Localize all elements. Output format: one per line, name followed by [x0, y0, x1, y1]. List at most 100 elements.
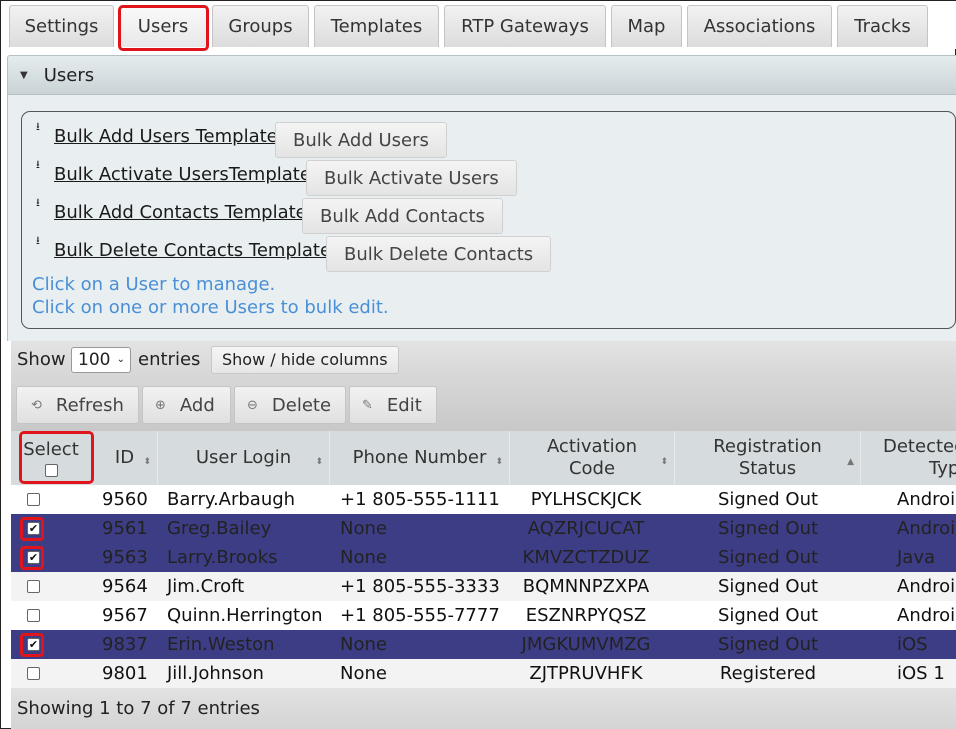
column-header-registration-status[interactable]: Registration Status ▲ — [675, 431, 861, 485]
cell-user-login: Barry.Arbaugh — [167, 489, 296, 510]
tab-rtp-gateways[interactable]: RTP Gateways — [444, 5, 606, 47]
bulk-activate-users-template-link[interactable]: Bulk Activate UsersTemplate — [54, 164, 311, 185]
registration-header-line1: Registration — [713, 436, 822, 457]
add-button[interactable]: ⊕ Add — [142, 386, 231, 424]
cell-id: 9564 — [102, 576, 148, 597]
bulk-actions-panel: ⭳ Bulk Add Users Template Bulk Add Users… — [21, 111, 956, 329]
column-header-user-login[interactable]: User Login ⬍ — [158, 431, 330, 485]
row-select-checkbox[interactable] — [27, 609, 40, 622]
cell-phone-number: +1 805-555-3333 — [340, 576, 500, 597]
cell-user-login: Erin.Weston — [167, 634, 275, 655]
detected-header-line2: Typ — [929, 458, 956, 479]
tab-associations[interactable]: Associations — [687, 5, 832, 47]
cell-activation-code: JMGKUMVMZG — [521, 634, 651, 655]
bulk-add-users-button[interactable]: Bulk Add Users — [275, 122, 447, 158]
id-header-label: ID — [114, 447, 135, 468]
tab-users[interactable]: Users — [119, 5, 207, 47]
cell-activation-code: ESZNRPYQSZ — [525, 605, 647, 626]
sort-icon: ⬍ — [495, 457, 503, 467]
row-select-checkbox[interactable] — [27, 493, 40, 506]
cell-registration-status: Signed Out — [717, 489, 819, 510]
refresh-label: Refresh — [55, 394, 124, 416]
row-select-checkbox[interactable] — [27, 580, 40, 593]
column-header-phone-number[interactable]: Phone Number ⬍ — [330, 431, 510, 485]
table-action-toolbar: ⟲ Refresh ⊕ Add ⊖ Delete ✎ Edit — [11, 379, 956, 431]
table-footer: Showing 1 to 7 of 7 entries — [11, 688, 956, 729]
activation-header-line1: Activation — [546, 436, 638, 457]
cell-registration-status: Signed Out — [717, 518, 819, 539]
delete-button[interactable]: ⊖ Delete — [234, 386, 346, 424]
entries-per-page-select[interactable]: 100 ⌄ — [71, 347, 131, 373]
cell-phone-number: +1 805-555-1111 — [340, 489, 500, 510]
tab-map[interactable]: Map — [611, 5, 682, 47]
table-length-bar: Show 100 ⌄ entries Show / hide columns — [11, 341, 956, 379]
select-header-label: Select — [23, 439, 79, 460]
download-icon: ⭳ — [36, 120, 40, 133]
table-row[interactable]: 9567 Quinn.Herrington +1 805-555-7777 ESZNR… — [11, 601, 956, 630]
table-row[interactable]: ✔ 9561 Greg.Bailey None AQZRJCUCAT Signed Out… — [11, 514, 956, 543]
cell-activation-code: ZJTPRUVHFK — [529, 663, 643, 684]
users-section-body: ⭳ Bulk Add Users Template Bulk Add Users… — [7, 95, 956, 341]
cell-registration-status: Signed Out — [717, 547, 819, 568]
users-table-body: 9560 Barry.Arbaugh +1 805-555-1111 PYLHSCKJ… — [11, 485, 956, 688]
sort-icon: ⬍ — [660, 457, 668, 467]
row-select-checkbox[interactable]: ✔ — [27, 638, 40, 651]
edit-label: Edit — [386, 394, 422, 416]
tab-templates[interactable]: Templates — [314, 5, 439, 47]
cell-phone-number: +1 805-555-7777 — [340, 605, 500, 626]
column-header-id[interactable]: ID ⬍ — [92, 431, 158, 485]
cell-activation-code: AQZRJCUCAT — [527, 518, 645, 539]
row-select-checkbox[interactable]: ✔ — [27, 522, 40, 535]
table-row[interactable]: ✔ 9563 Larry.Brooks None KMVZCTZDUZ Signed Ou… — [11, 543, 956, 572]
activation-header-line2: Code — [568, 458, 616, 479]
table-row[interactable]: 9560 Barry.Arbaugh +1 805-555-1111 PYLHSCKJ… — [11, 485, 956, 514]
users-table-header: Select ID ⬍ User Login ⬍ Phone Number ⬍ … — [11, 431, 956, 485]
cell-registration-status: Signed Out — [717, 576, 819, 597]
cell-phone-number: None — [340, 547, 387, 568]
column-header-detected-type[interactable]: Detected Typ — [861, 431, 956, 485]
cell-id: 9563 — [102, 547, 148, 568]
hint-manage-user: Click on a User to manage. — [32, 274, 276, 295]
edit-button[interactable]: ✎ Edit — [349, 386, 437, 424]
table-row[interactable]: ✔ 9837 Erin.Weston None JMGKUMVMZG Signed Out… — [11, 630, 956, 659]
phone-header-label: Phone Number — [352, 447, 487, 468]
bulk-activate-users-button[interactable]: Bulk Activate Users — [306, 160, 517, 196]
sort-asc-icon: ▲ — [847, 457, 854, 467]
cell-user-login: Jill.Johnson — [167, 663, 264, 684]
select-all-checkbox[interactable] — [44, 464, 58, 477]
tab-settings[interactable]: Settings — [9, 5, 114, 47]
add-label: Add — [179, 394, 215, 416]
cell-registration-status: Signed Out — [717, 605, 819, 626]
bulk-delete-contacts-template-link[interactable]: Bulk Delete Contacts Template — [54, 240, 331, 261]
bulk-add-contacts-template-link[interactable]: Bulk Add Contacts Template — [54, 202, 307, 223]
column-header-activation-code[interactable]: Activation Code ⬍ — [510, 431, 675, 485]
bulk-delete-contacts-button[interactable]: Bulk Delete Contacts — [326, 236, 552, 272]
download-icon: ⭳ — [36, 234, 40, 247]
tab-bar: Settings Users Groups Templates RTP Gate… — [1, 1, 956, 51]
table-info: Showing 1 to 7 of 7 entries — [17, 698, 260, 719]
show-hide-columns-button[interactable]: Show / hide columns — [211, 346, 399, 374]
cell-detected-type: Androi — [897, 489, 956, 510]
row-select-checkbox[interactable]: ✔ — [27, 551, 40, 564]
hint-bulk-edit: Click on one or more Users to bulk edit. — [32, 297, 389, 318]
cell-registration-status: Registered — [719, 663, 817, 684]
table-row[interactable]: 9564 Jim.Croft +1 805-555-3333 BQMNNPZXPA Si… — [11, 572, 956, 601]
bulk-add-contacts-button[interactable]: Bulk Add Contacts — [302, 198, 503, 234]
refresh-button[interactable]: ⟲ Refresh — [16, 386, 139, 424]
download-icon: ⭳ — [36, 196, 40, 209]
row-select-checkbox[interactable] — [27, 667, 40, 680]
cell-detected-type: Androi — [897, 605, 956, 626]
bulk-add-users-template-link[interactable]: Bulk Add Users Template — [54, 126, 278, 147]
table-row[interactable]: 9801 Jill.Johnson None ZJTPRUVHFK Registered… — [11, 659, 956, 688]
users-section-header[interactable]: ▼ Users — [7, 55, 956, 95]
cell-phone-number: None — [340, 663, 387, 684]
cell-detected-type: Androi — [897, 518, 956, 539]
cell-id: 9561 — [102, 518, 148, 539]
tab-groups[interactable]: Groups — [212, 5, 309, 47]
tab-tracks[interactable]: Tracks — [837, 5, 928, 47]
column-header-select[interactable]: Select — [11, 431, 92, 485]
cell-activation-code: KMVZCTZDUZ — [522, 547, 650, 568]
download-icon: ⭳ — [36, 158, 40, 171]
cell-detected-type: iOS — [897, 634, 928, 655]
refresh-icon: ⟲ — [31, 397, 42, 413]
